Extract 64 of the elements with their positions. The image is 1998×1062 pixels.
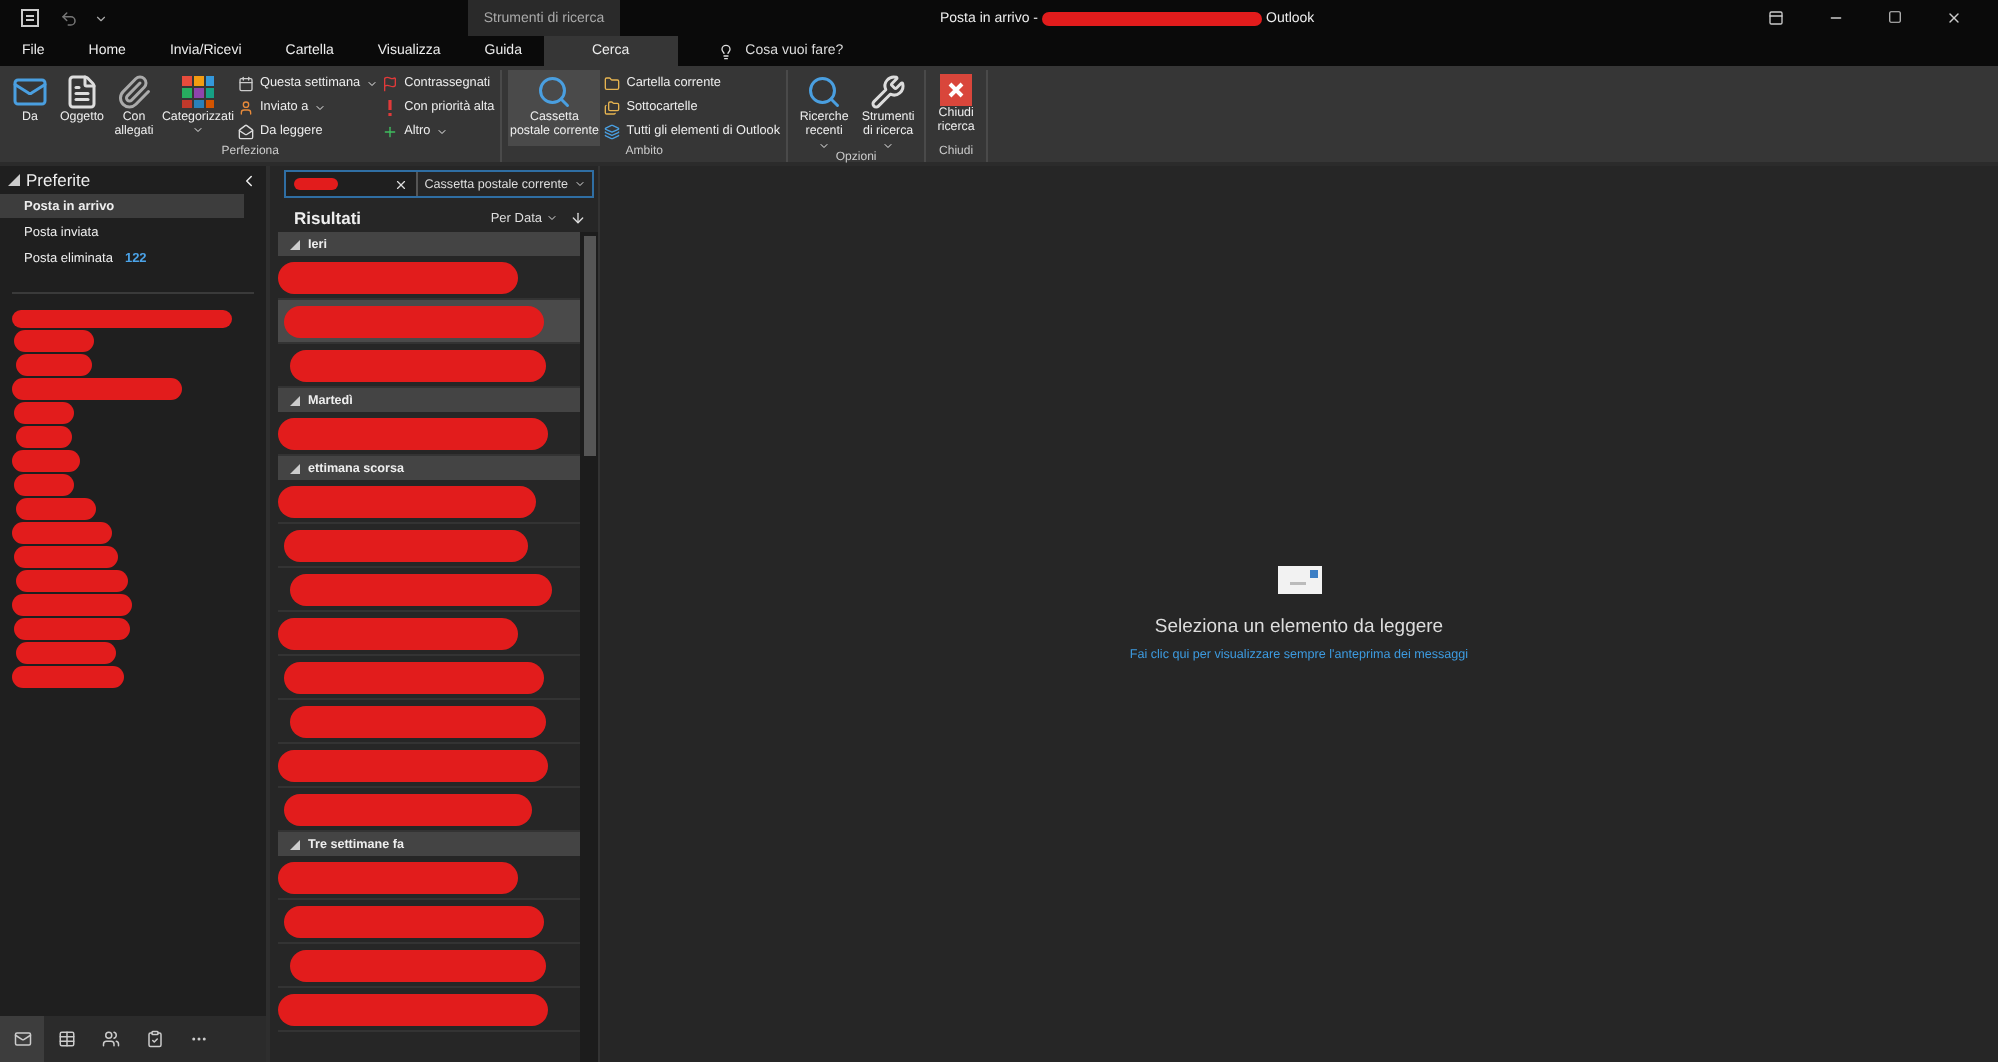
- close-icon[interactable]: [1946, 10, 1962, 26]
- message-row[interactable]: [278, 256, 580, 300]
- customize-icon[interactable]: [94, 11, 108, 25]
- plus-icon: [382, 123, 399, 139]
- color-grid-icon: [180, 74, 216, 110]
- layers-icon: [604, 123, 621, 139]
- message-row[interactable]: [278, 856, 580, 900]
- expanded-triangle-icon[interactable]: [290, 239, 300, 249]
- flag-icon: [382, 75, 399, 91]
- person-icon: [238, 99, 254, 115]
- redaction-mark: [16, 642, 116, 664]
- redaction-mark: [12, 522, 112, 544]
- envelope-icon: [1277, 566, 1321, 594]
- app-menu-icon[interactable]: [20, 8, 40, 28]
- redaction-mark: [16, 426, 72, 448]
- expanded-triangle-icon[interactable]: [290, 463, 300, 473]
- redaction-mark: [14, 474, 74, 496]
- message-row[interactable]: [278, 988, 580, 1032]
- envelope-icon: [238, 123, 254, 139]
- message-row[interactable]: [278, 744, 580, 788]
- nav-button[interactable]: [0, 1016, 44, 1062]
- paperclip-icon: [116, 74, 152, 110]
- message-row[interactable]: [278, 700, 580, 744]
- expanded-triangle-icon[interactable]: [8, 174, 20, 186]
- people-icon: [101, 1030, 119, 1048]
- message-row[interactable]: [278, 568, 580, 612]
- lightbulb-icon: [717, 43, 734, 59]
- expanded-triangle-icon[interactable]: [290, 395, 300, 405]
- message-row[interactable]: [278, 412, 580, 456]
- redaction-mark: [14, 546, 118, 568]
- redaction-mark: [12, 666, 124, 688]
- message-row[interactable]: [278, 344, 580, 388]
- undo-icon[interactable]: [60, 9, 78, 27]
- tools-icon: [870, 74, 907, 110]
- sort-direction-icon[interactable]: [570, 210, 586, 226]
- message-row[interactable]: [278, 656, 580, 700]
- collapse-icon[interactable]: [240, 171, 258, 189]
- maximize-icon[interactable]: [1888, 10, 1902, 24]
- message-row[interactable]: [278, 300, 580, 344]
- mail-icon: [13, 1030, 31, 1048]
- close-icon: [940, 74, 973, 106]
- message-row[interactable]: [278, 900, 580, 944]
- document-icon: [64, 74, 100, 110]
- redaction-mark: [12, 594, 132, 616]
- folder-icon: [604, 75, 621, 91]
- folders-icon: [604, 99, 621, 115]
- empty-message: Seleziona un elemento da leggere: [1154, 616, 1444, 638]
- redaction-mark: [14, 618, 130, 640]
- redaction-mark: [16, 498, 96, 520]
- expanded-triangle-icon[interactable]: [290, 839, 300, 849]
- redaction-mark: [12, 450, 80, 472]
- scrollbar[interactable]: [580, 232, 598, 1062]
- ribbon-display-icon[interactable]: [1768, 10, 1784, 26]
- results-title: Risultati: [294, 208, 364, 228]
- message-row[interactable]: [278, 480, 580, 524]
- dropdown-icon: [546, 212, 558, 224]
- redaction-mark: [16, 570, 128, 592]
- search-icon: [806, 74, 843, 110]
- message-row[interactable]: [278, 524, 580, 568]
- message-row[interactable]: [278, 944, 580, 988]
- message-row[interactable]: [278, 788, 580, 832]
- favorites-header[interactable]: Preferite: [26, 170, 234, 190]
- tasks-icon: [145, 1030, 163, 1048]
- message-row[interactable]: [278, 612, 580, 656]
